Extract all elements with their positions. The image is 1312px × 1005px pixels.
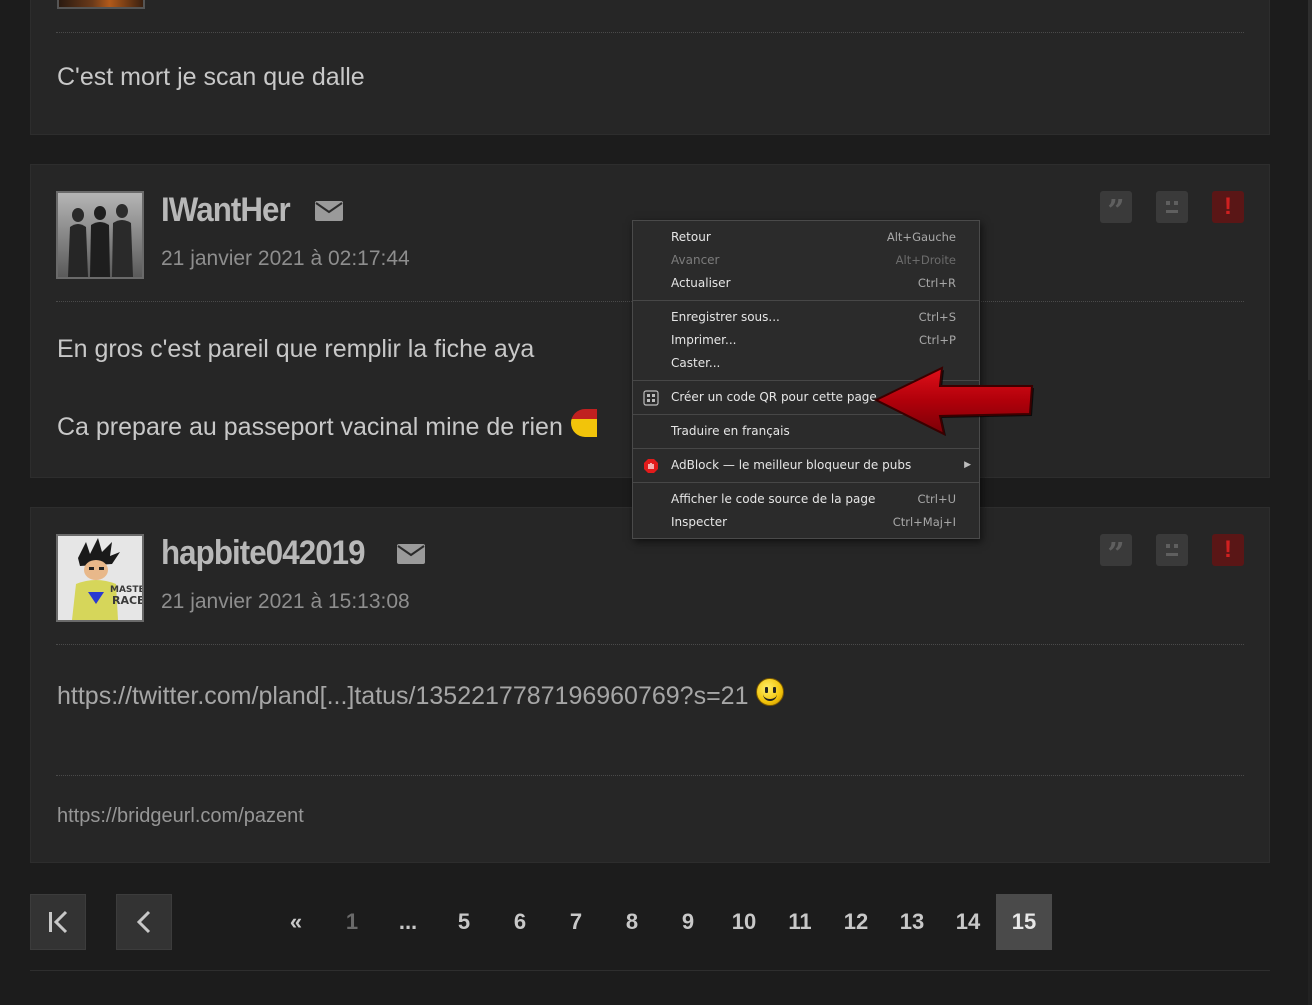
qr-code-icon (643, 390, 659, 406)
menu-item-label: Actualiser (671, 276, 731, 290)
post-actions: ” ! (1100, 534, 1244, 570)
post-text: Ca prepare au passeport vacinal mine de … (57, 409, 597, 442)
report-button[interactable]: ! (1212, 191, 1244, 223)
alert-icon: ! (1224, 193, 1232, 220)
menu-item-9[interactable]: Afficher le code source de la page Ctrl+U (633, 488, 979, 511)
avatar[interactable] (57, 0, 145, 9)
post-hapbite: MASTER RACE hapbite042019 21 janvier 202… (30, 507, 1270, 863)
menu-item-label: Enregistrer sous... (671, 310, 780, 324)
quote-icon: ” (1107, 537, 1125, 572)
sad-face-icon (1166, 544, 1178, 556)
quote-button[interactable]: ” (1100, 534, 1132, 570)
menu-item-label: Inspecter (671, 515, 728, 529)
adblock-icon (644, 459, 658, 473)
quote-icon: ” (1107, 194, 1125, 229)
menu-item-shortcut: Ctrl+P (918, 333, 956, 347)
report-button[interactable]: ! (1212, 534, 1244, 566)
page-5[interactable]: 5 (436, 894, 492, 950)
quote-button[interactable]: ” (1100, 191, 1132, 227)
scrollbar-track[interactable] (1308, 0, 1312, 1005)
prev-page-icon (136, 910, 151, 934)
page-15[interactable]: 15 (996, 894, 1052, 950)
menu-item-label: Imprimer... (671, 333, 737, 347)
mail-icon[interactable] (397, 544, 425, 564)
avatar[interactable] (56, 191, 144, 279)
page-1[interactable]: 1 (324, 894, 380, 950)
menu-item-shortcut: Ctrl+Maj+I (892, 515, 956, 529)
menu-separator (633, 448, 979, 449)
page-8[interactable]: 8 (604, 894, 660, 950)
post-text: En gros c'est pareil que remplir la fich… (57, 335, 535, 363)
menu-item-10[interactable]: Inspecter Ctrl+Maj+I (633, 511, 979, 534)
page-10[interactable]: 10 (716, 894, 772, 950)
page-6[interactable]: 6 (492, 894, 548, 950)
submenu-arrow-icon: ▶ (964, 460, 971, 470)
page-13[interactable]: 13 (884, 894, 940, 950)
menu-item-shortcut: Ctrl+R (917, 276, 956, 290)
menu-item-label: AdBlock — le meilleur bloqueur de pubs (671, 458, 912, 472)
avatar[interactable]: MASTER RACE (56, 534, 144, 622)
first-page-icon (49, 910, 68, 934)
menu-item-shortcut: Alt+Gauche (886, 230, 956, 244)
page-9[interactable]: 9 (660, 894, 716, 950)
post-date: 21 janvier 2021 à 02:17:44 (161, 247, 410, 270)
annotation-arrow-icon (873, 366, 1034, 436)
sad-face-icon (1166, 201, 1178, 213)
post-text: https://twitter.com/pland[...]tatus/1352… (57, 678, 785, 711)
divider (30, 970, 1270, 971)
page-14[interactable]: 14 (940, 894, 996, 950)
username[interactable]: hapbite042019 (161, 534, 366, 573)
menu-item-shortcut: Ctrl+S (918, 310, 956, 324)
prev-page-button[interactable] (116, 894, 172, 950)
sad-face-button[interactable] (1156, 534, 1188, 566)
post-actions: ” ! (1100, 191, 1244, 227)
post-separator (56, 644, 1244, 645)
pagination-prev-jump[interactable]: « (268, 894, 324, 950)
menu-separator (633, 300, 979, 301)
page-11[interactable]: 11 (772, 894, 828, 950)
menu-item-8[interactable]: AdBlock — le meilleur bloqueur de pubs ▶ (633, 454, 979, 477)
post-separator (56, 32, 1244, 33)
menu-item-label: Créer un code QR pour cette page (671, 390, 877, 404)
avatar-text: RACE (112, 594, 142, 607)
menu-item-4[interactable]: Imprimer... Ctrl+P (633, 329, 979, 352)
pagination: «1... 5 6 7 8 9 10 11 12 13 14 15 (268, 894, 1052, 950)
menu-item-3[interactable]: Enregistrer sous... Ctrl+S (633, 306, 979, 329)
first-page-button[interactable] (30, 894, 86, 950)
post-previous: C'est mort je scan que dalle (30, 0, 1270, 135)
menu-item-label: Caster... (671, 356, 721, 370)
menu-item-shortcut: Ctrl+U (917, 492, 956, 506)
menu-separator (633, 482, 979, 483)
page-12[interactable]: 12 (828, 894, 884, 950)
menu-item-label: Avancer (671, 253, 720, 267)
menu-item-2[interactable]: Actualiser Ctrl+R (633, 272, 979, 295)
username[interactable]: IWantHer (161, 191, 291, 230)
scrollbar-thumb[interactable] (1308, 0, 1312, 380)
sad-face-button[interactable] (1156, 191, 1188, 223)
menu-item-0[interactable]: Retour Alt+Gauche (633, 226, 979, 249)
menu-item-shortcut: Alt+Droite (895, 253, 956, 267)
menu-item-label: Afficher le code source de la page (671, 492, 876, 506)
smiley-icon (756, 678, 785, 706)
page-7[interactable]: 7 (548, 894, 604, 950)
post-link[interactable]: https://twitter.com/pland[...]tatus/1352… (57, 682, 748, 710)
menu-item-label: Retour (671, 230, 711, 244)
post-date: 21 janvier 2021 à 15:13:08 (161, 590, 410, 613)
pagination-ellipsis: ... (398, 909, 418, 934)
alert-icon: ! (1224, 536, 1232, 563)
mail-icon[interactable] (315, 201, 343, 221)
post-text: C'est mort je scan que dalle (57, 63, 365, 91)
menu-item-1: Avancer Alt+Droite (633, 249, 979, 272)
smiley-icon (570, 409, 597, 437)
signature-separator (56, 775, 1244, 776)
signature-link[interactable]: https://bridgeurl.com/pazent (57, 805, 304, 828)
menu-item-label: Traduire en français (671, 424, 790, 438)
